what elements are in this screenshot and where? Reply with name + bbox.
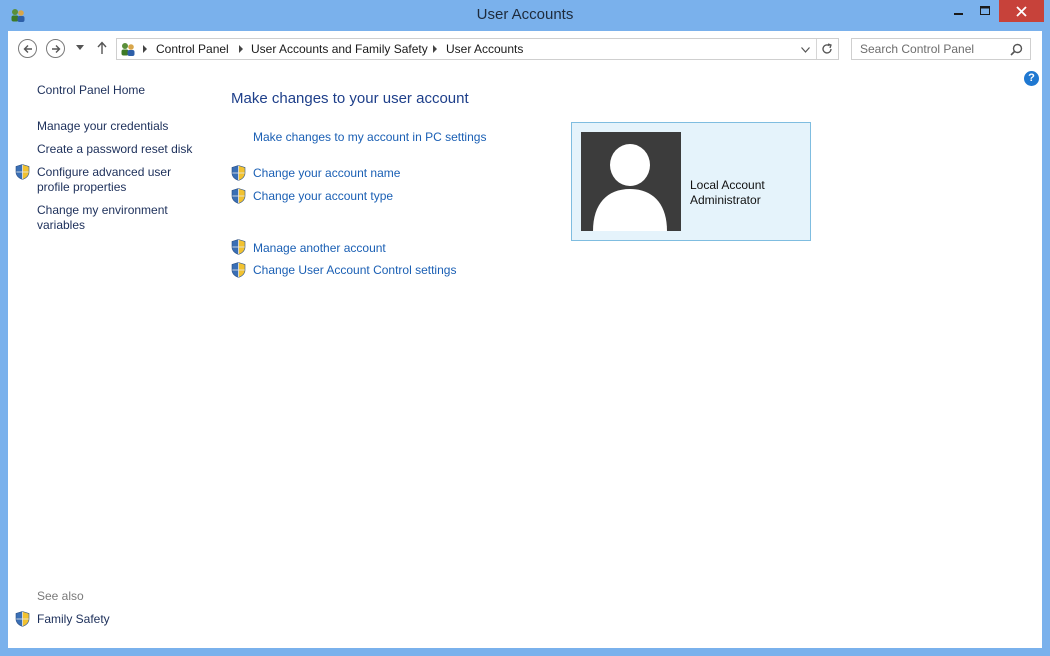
- breadcrumb-user-accounts-family-safety[interactable]: User Accounts and Family Safety: [251, 42, 428, 56]
- search-placeholder: Search Control Panel: [860, 42, 975, 56]
- breadcrumb-control-panel[interactable]: Control Panel: [156, 42, 229, 56]
- configure-advanced-profile-line2: profile properties: [37, 180, 127, 194]
- control-panel-home-link[interactable]: Control Panel Home: [37, 83, 145, 98]
- change-uac-settings-link[interactable]: Change User Account Control settings: [253, 263, 456, 277]
- configure-advanced-profile-link[interactable]: Configure advanced user profile properti…: [37, 165, 171, 195]
- back-arrow-icon: [23, 44, 32, 53]
- user-account-card[interactable]: Local Account Administrator: [571, 122, 811, 241]
- breadcrumb-separator-icon[interactable]: [433, 45, 437, 53]
- account-info: Local Account Administrator: [690, 178, 765, 208]
- close-icon: [1016, 5, 1027, 17]
- minimize-icon: [954, 13, 963, 15]
- avatar: [581, 132, 681, 231]
- breadcrumb-separator-icon: [143, 45, 147, 53]
- navigation-bar: Control Panel User Accounts and Family S…: [8, 31, 1042, 65]
- maximize-icon: [979, 6, 990, 15]
- forward-arrow-icon: [51, 44, 60, 53]
- maximize-button[interactable]: [972, 0, 998, 22]
- content-area: ? Control Panel Home Manage your credent…: [8, 65, 1042, 648]
- page-heading: Make changes to your user account: [231, 90, 469, 107]
- uac-shield-icon: [231, 188, 246, 204]
- recent-locations-dropdown-icon[interactable]: [76, 45, 84, 51]
- change-account-name-link[interactable]: Change your account name: [253, 166, 400, 180]
- change-account-type-link[interactable]: Change your account type: [253, 189, 393, 203]
- search-icon[interactable]: [1010, 43, 1023, 56]
- account-type: Local Account: [690, 178, 765, 192]
- title-bar[interactable]: User Accounts: [0, 0, 1050, 31]
- change-environment-variables-line2: variables: [37, 218, 86, 232]
- uac-shield-icon: [15, 611, 30, 627]
- make-changes-pc-settings-link[interactable]: Make changes to my account in PC setting…: [253, 130, 486, 144]
- back-button[interactable]: [18, 39, 37, 58]
- breadcrumb-user-accounts[interactable]: User Accounts: [446, 42, 523, 56]
- help-button[interactable]: ?: [1024, 71, 1039, 86]
- search-input[interactable]: Search Control Panel: [851, 38, 1031, 60]
- close-button[interactable]: [999, 0, 1044, 22]
- change-environment-variables-link[interactable]: Change my environment variables: [37, 203, 168, 233]
- up-arrow-icon[interactable]: [97, 41, 107, 55]
- user-silhouette-icon: [593, 144, 667, 231]
- manage-another-account-link[interactable]: Manage another account: [253, 241, 386, 255]
- change-environment-variables-line1: Change my environment: [37, 203, 168, 217]
- uac-shield-icon: [15, 164, 30, 180]
- forward-button[interactable]: [46, 39, 65, 58]
- configure-advanced-profile-line1: Configure advanced user: [37, 165, 172, 179]
- address-divider: [816, 39, 817, 59]
- uac-shield-icon: [231, 239, 246, 255]
- family-safety-link[interactable]: Family Safety: [37, 612, 110, 627]
- create-password-reset-disk-link[interactable]: Create a password reset disk: [37, 142, 192, 157]
- window-title: User Accounts: [476, 6, 574, 23]
- breadcrumb-separator-icon[interactable]: [239, 45, 243, 53]
- minimize-button[interactable]: [946, 0, 972, 22]
- account-role: Administrator: [690, 193, 761, 207]
- address-bar[interactable]: Control Panel User Accounts and Family S…: [116, 38, 839, 60]
- uac-shield-icon: [231, 262, 246, 278]
- window: User Accounts Control Panel User Account…: [0, 0, 1050, 656]
- control-panel-icon: [121, 43, 135, 56]
- address-history-dropdown-icon[interactable]: [801, 47, 810, 53]
- refresh-icon[interactable]: [821, 43, 833, 55]
- manage-credentials-link[interactable]: Manage your credentials: [37, 119, 168, 134]
- see-also-label: See also: [37, 589, 84, 603]
- uac-shield-icon: [231, 165, 246, 181]
